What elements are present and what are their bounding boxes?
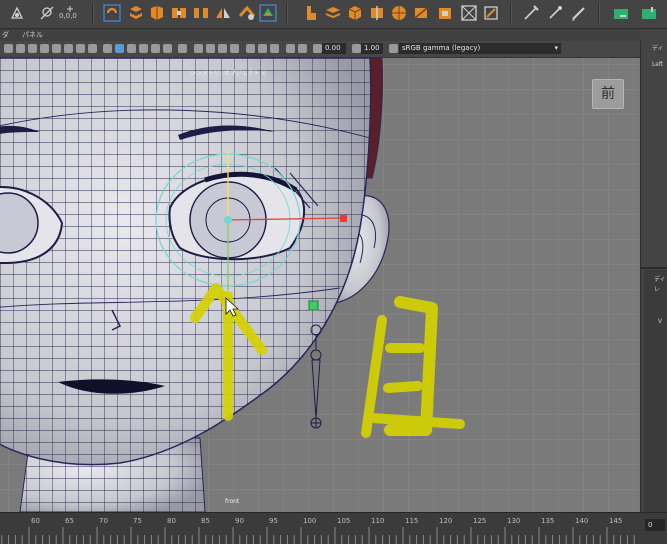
camera-icon[interactable] bbox=[4, 44, 13, 53]
time-tick-label: 145 bbox=[609, 517, 623, 525]
time-tick-label: 125 bbox=[473, 517, 487, 525]
gate-mask-icon[interactable] bbox=[88, 44, 97, 53]
time-tick-label: 140 bbox=[575, 517, 589, 525]
colorspace-label: sRGB gamma (legacy) bbox=[402, 44, 481, 52]
time-slider[interactable]: 60 65 70 75 80 85 90 95 100 105 110 115 120 125 130 135… bbox=[0, 512, 667, 544]
film-gate-icon[interactable] bbox=[64, 44, 73, 53]
color-manage-icon[interactable] bbox=[298, 44, 307, 53]
time-tick-label: 65 bbox=[65, 517, 74, 525]
viewport-canvas bbox=[0, 58, 640, 512]
time-tick-label: 75 bbox=[133, 517, 142, 525]
layer-visibility[interactable]: V bbox=[658, 318, 662, 325]
time-tick-label: 115 bbox=[405, 517, 419, 525]
time-tick-label: 100 bbox=[303, 517, 317, 525]
transform-icon[interactable] bbox=[38, 4, 56, 22]
combine-icon[interactable] bbox=[170, 4, 188, 22]
time-tick-label: 120 bbox=[439, 517, 453, 525]
pen-icon[interactable] bbox=[436, 4, 454, 22]
cylinder-icon[interactable] bbox=[368, 4, 386, 22]
camera-attr-icon[interactable] bbox=[16, 44, 25, 53]
coordinates-icon[interactable]: 0,0,0 bbox=[58, 4, 82, 22]
time-tick-label: 130 bbox=[507, 517, 521, 525]
channel-box-panel: ディ Left ディ レ V bbox=[640, 41, 667, 512]
svg-text:0,0,0: 0,0,0 bbox=[59, 12, 77, 20]
sculpt-icon[interactable] bbox=[127, 4, 145, 22]
knife-icon[interactable] bbox=[460, 4, 478, 22]
bevel-icon[interactable] bbox=[302, 4, 320, 22]
xray-icon[interactable] bbox=[178, 44, 187, 53]
time-tick-label: 135 bbox=[541, 517, 555, 525]
mirror-icon[interactable] bbox=[214, 4, 232, 22]
wireframe-icon[interactable] bbox=[103, 44, 112, 53]
depth-of-field-icon[interactable] bbox=[230, 44, 239, 53]
layer-editor: ディ レ V bbox=[644, 270, 667, 512]
current-frame-field[interactable]: 0 bbox=[645, 519, 665, 531]
camera-name-label: front bbox=[225, 498, 240, 505]
material-icon[interactable] bbox=[640, 4, 658, 22]
panel-toolbar: 0.00 1.00 sRGB gamma (legacy) ▾ bbox=[0, 41, 640, 58]
bridge-icon[interactable] bbox=[238, 4, 256, 22]
tool-shelf: 0,0,0 bbox=[0, 0, 667, 29]
use-lights-icon[interactable] bbox=[151, 44, 160, 53]
gamma-field[interactable]: 1.00 bbox=[361, 43, 383, 54]
exposure-field[interactable]: 0.00 bbox=[322, 43, 346, 54]
ambient-occlusion-icon[interactable] bbox=[194, 44, 203, 53]
exposure-icon[interactable] bbox=[313, 44, 322, 53]
time-tick-label: 80 bbox=[167, 517, 176, 525]
panel-menubar: ダ パネル bbox=[0, 29, 640, 41]
plane-icon[interactable] bbox=[390, 4, 408, 22]
xray-active-icon[interactable] bbox=[270, 44, 279, 53]
render-icon[interactable] bbox=[522, 4, 540, 22]
menu-item-panels[interactable]: パネル bbox=[22, 29, 43, 41]
layer-tab-label[interactable]: ディ bbox=[654, 274, 666, 283]
time-tick-label: 105 bbox=[337, 517, 351, 525]
torus-icon[interactable] bbox=[412, 4, 430, 22]
rotate-icon[interactable] bbox=[8, 4, 26, 22]
light-icon[interactable] bbox=[546, 4, 564, 22]
extrude-icon[interactable] bbox=[259, 4, 277, 22]
layer-sub-label[interactable]: レ bbox=[654, 284, 660, 293]
pencil-icon[interactable] bbox=[570, 4, 588, 22]
front-viewport[interactable]: シンメトリ: オブジェクト X 前 front bbox=[0, 58, 640, 512]
view-transform-icon[interactable] bbox=[389, 44, 398, 53]
time-tick-label: 85 bbox=[201, 517, 210, 525]
textured-icon[interactable] bbox=[139, 44, 148, 53]
shadows-icon[interactable] bbox=[163, 44, 172, 53]
separate-icon[interactable] bbox=[192, 4, 210, 22]
panel-divider[interactable] bbox=[641, 267, 667, 269]
gamma-icon[interactable] bbox=[352, 44, 361, 53]
colorspace-dropdown[interactable]: sRGB gamma (legacy) ▾ bbox=[399, 43, 561, 54]
hud-icon[interactable] bbox=[286, 44, 295, 53]
time-tick-label: 60 bbox=[31, 517, 40, 525]
image-plane-icon[interactable] bbox=[40, 44, 49, 53]
mesh-icon[interactable] bbox=[148, 4, 166, 22]
motion-blur-icon[interactable] bbox=[206, 44, 215, 53]
bookmark-icon[interactable] bbox=[28, 44, 37, 53]
resolution-gate-icon[interactable] bbox=[76, 44, 85, 53]
chevron-down-icon: ▾ bbox=[554, 44, 558, 52]
sphere-icon[interactable] bbox=[346, 4, 364, 22]
right-tab-label[interactable]: ディ bbox=[652, 43, 664, 52]
xray-joints-icon[interactable] bbox=[258, 44, 267, 53]
wireframe-on-shaded-icon[interactable] bbox=[127, 44, 136, 53]
time-tick-label: 110 bbox=[371, 517, 385, 525]
time-tick-label: 95 bbox=[269, 517, 278, 525]
view-cube-front[interactable]: 前 bbox=[592, 79, 624, 109]
cube-icon[interactable] bbox=[324, 4, 342, 22]
snap-icon[interactable] bbox=[103, 4, 121, 22]
right-left-label: Left bbox=[652, 61, 664, 68]
time-tick-label: 90 bbox=[235, 517, 244, 525]
smooth-shade-icon[interactable] bbox=[115, 44, 124, 53]
time-tick-label: 70 bbox=[99, 517, 108, 525]
isolate-icon[interactable] bbox=[246, 44, 255, 53]
brush-icon[interactable] bbox=[482, 4, 500, 22]
menu-item-lighting[interactable]: ダ bbox=[2, 29, 9, 41]
symmetry-label: シンメトリ: オブジェクト X bbox=[190, 70, 266, 77]
grid-icon[interactable] bbox=[52, 44, 61, 53]
antialias-icon[interactable] bbox=[218, 44, 227, 53]
shader-icon[interactable] bbox=[612, 4, 630, 22]
